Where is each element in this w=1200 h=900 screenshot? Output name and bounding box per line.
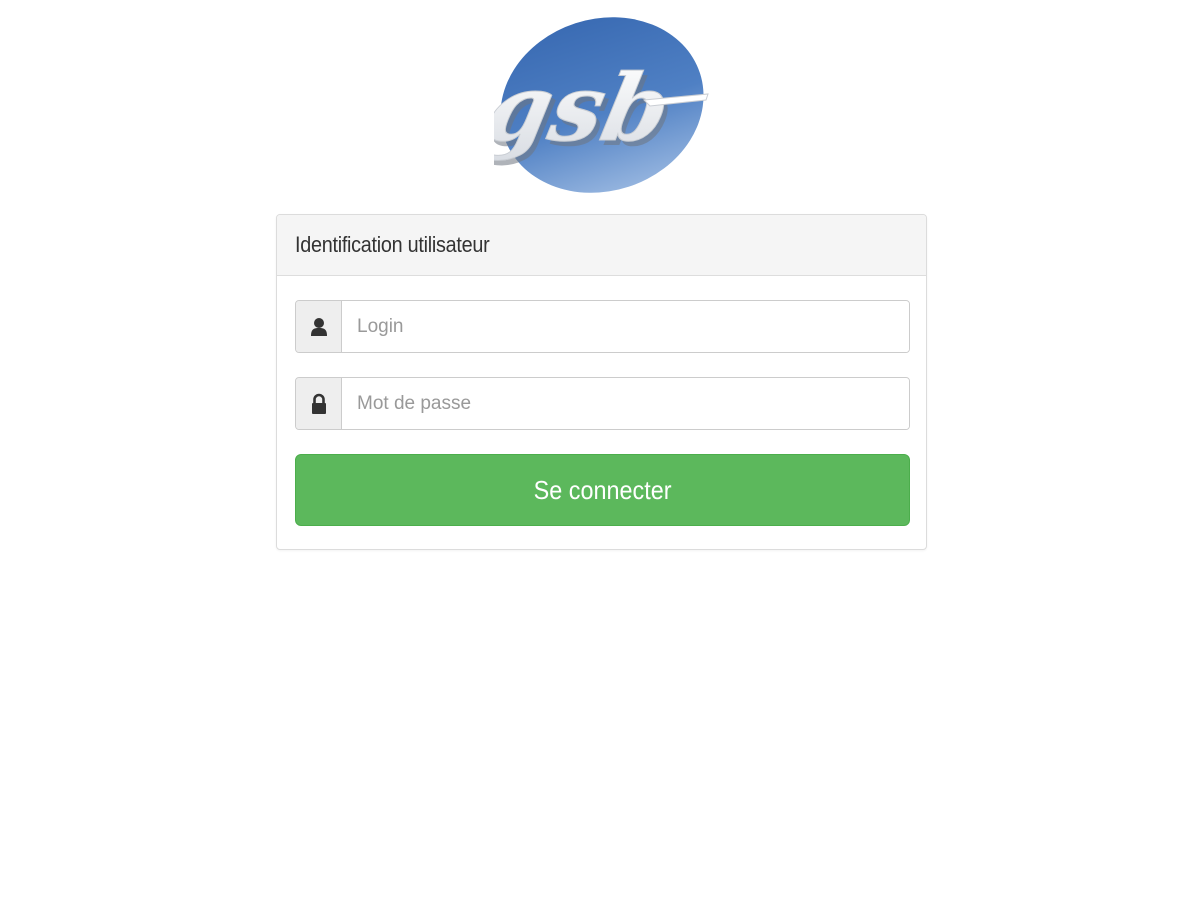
login-input[interactable] bbox=[342, 301, 909, 352]
login-input-group bbox=[295, 300, 910, 353]
gsb-logo: gsb gsb bbox=[494, 14, 710, 196]
lock-icon bbox=[296, 378, 342, 429]
login-page: gsb gsb Identification utilisateur Login… bbox=[0, 0, 1200, 900]
login-submit-label: Se connecter bbox=[533, 474, 672, 505]
login-submit-button[interactable]: Se connecter bbox=[295, 454, 910, 526]
user-icon bbox=[296, 301, 342, 352]
password-input[interactable] bbox=[342, 378, 909, 429]
panel-heading: Identification utilisateur bbox=[277, 215, 926, 276]
login-panel: Identification utilisateur Login Se conn… bbox=[276, 214, 927, 550]
svg-text:gsb: gsb bbox=[494, 54, 680, 162]
password-input-group bbox=[295, 377, 910, 430]
gsb-logo-graphic: gsb gsb bbox=[494, 17, 709, 193]
panel-title: Identification utilisateur bbox=[295, 232, 490, 257]
